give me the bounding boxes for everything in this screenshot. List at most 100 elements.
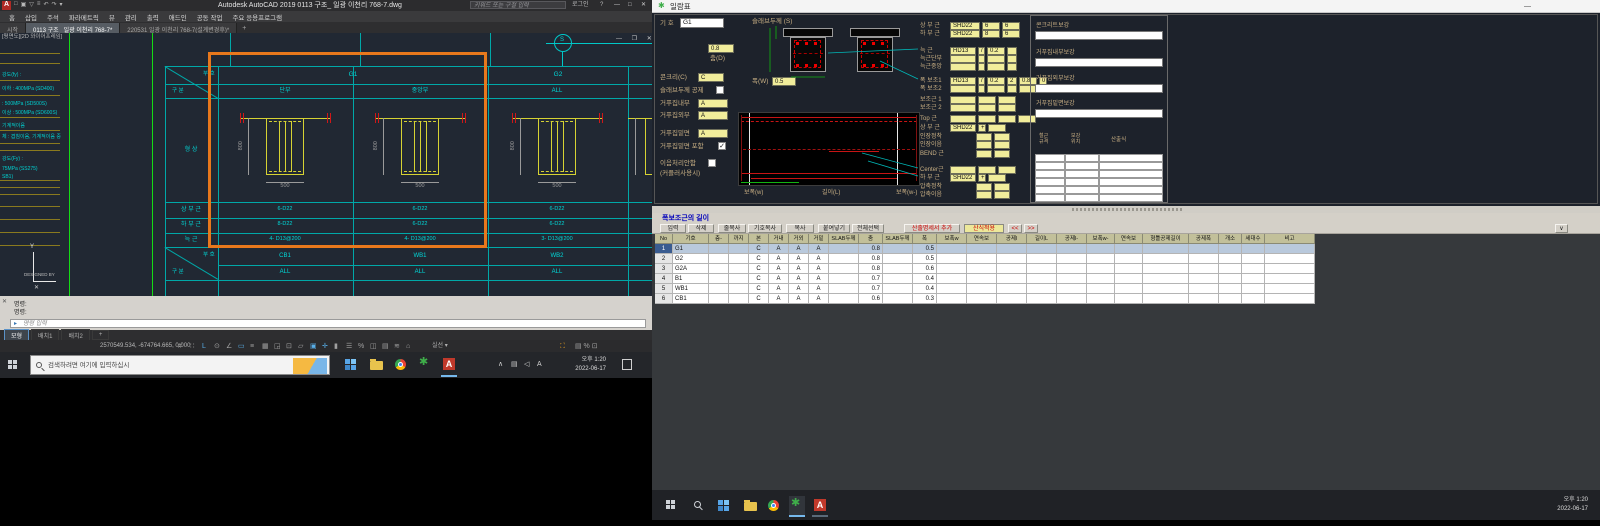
task-view-icon[interactable] [345,359,356,370]
rebar-field[interactable] [1007,47,1017,55]
status-toggle-icon[interactable]: ∠ [226,343,232,350]
status-toggle-icon[interactable]: ∷ [190,343,194,350]
rebar-field[interactable] [1007,55,1017,63]
mini-table-cell[interactable] [1035,162,1065,170]
rebar-field[interactable] [987,63,1005,71]
rebar-field[interactable]: SHD22 [950,22,980,30]
toolbar-button-3[interactable]: 기호복사 [748,224,782,233]
mini-table-cell[interactable] [1065,154,1099,162]
clock-time[interactable]: 오후 1:20 [556,357,606,363]
status-toggle-icon[interactable]: ▣ [310,343,317,350]
rebar-field[interactable] [950,85,976,93]
mini-table-cell[interactable] [1099,170,1163,178]
rebar-field[interactable]: SHD22 [950,124,976,132]
reinforcement-input[interactable] [1035,84,1163,93]
ilram-app-icon[interactable]: ✱ [419,357,428,368]
file-explorer-icon[interactable] [744,502,757,511]
ilram-app-icon[interactable]: ✱ [791,498,800,509]
grid-header-15[interactable]: 길이L [1027,234,1057,244]
mini-table-cell[interactable] [1065,178,1099,186]
help-search-input[interactable]: 키워드 또는 구절 입력 [470,1,566,9]
search-icon[interactable] [694,501,701,508]
maximize-button[interactable]: □ [628,2,632,8]
file-tab-2[interactable]: 220531 일광 이천리 768-7(설계변경후)* [120,23,237,33]
toolbar-button-4[interactable]: 복사 [786,224,814,233]
nav-button[interactable]: << [1008,224,1022,233]
rebar-field[interactable] [978,85,985,93]
rebar-field[interactable] [994,183,1010,191]
command-close-icon[interactable]: ✕ [2,299,7,305]
width-input[interactable]: 0.5 [772,77,796,86]
grid-row-2[interactable]: 2G2CAAA0.80.5 [655,254,1315,264]
grid-header-2[interactable]: 층- [709,234,729,244]
rebar-field[interactable] [950,104,976,112]
grid-header-22[interactable]: 세대수 [1242,234,1265,244]
rebar-field[interactable]: HD13 [950,77,976,85]
grid-header-12[interactable]: 보폭w [937,234,967,244]
toolbar-button-6[interactable]: 전체선택 [852,224,884,233]
mark-input[interactable]: G1 [680,18,724,28]
rebar-field[interactable]: 6 [1002,30,1020,38]
rebar-field[interactable] [978,166,996,174]
rebar-field[interactable]: 0.2 [987,47,1005,55]
grid-row-1[interactable]: 1G1CAAA0.80.5 [655,244,1315,254]
reinforcement-input[interactable] [1035,31,1163,40]
rebar-field[interactable] [987,55,1005,63]
start-button-icon[interactable] [666,500,676,510]
depth-input[interactable]: 0.8 [708,44,734,53]
grid-header-19[interactable]: 형틀공제길이 [1143,234,1189,244]
grid-header-6[interactable]: 거외 [789,234,809,244]
mini-table-cell[interactable] [1099,186,1163,194]
start-button-icon[interactable] [8,360,18,370]
mini-table-cell[interactable] [1065,162,1099,170]
status-toggle-icon[interactable]: ▤ [382,343,389,350]
add-statement-button[interactable]: 산출명세서 추가 [904,224,960,233]
rebar-field[interactable] [978,63,985,71]
file-tab-0[interactable]: 시작 [0,23,26,33]
drawing-canvas[interactable]: [평면도][2D 와이어프레임] — ❐ ✕ 강도(fy) :이하 : 400M… [0,33,652,296]
status-toggle-icon[interactable]: ▦ [262,343,269,350]
autocad-taskbar-icon[interactable]: A [814,499,826,511]
rebar-field[interactable]: 6 [982,22,1000,30]
status-toggle-icon[interactable]: ◲ [274,343,281,350]
toolbar-button-1[interactable]: 삭제 [688,224,714,233]
rebar-field[interactable] [978,96,996,104]
viewport-window-controls[interactable]: — ❐ ✕ [616,36,652,42]
linetype-dropdown[interactable]: 실선 ▾ [432,343,448,349]
status-toggle-icon[interactable]: ☰ [346,343,352,350]
grid-row-5[interactable]: 5WB1CAAA0.70.4 [655,284,1315,294]
rebar-field[interactable]: 0.2 [987,77,1005,85]
status-toggle-icon[interactable]: ≋ [394,343,400,350]
file-explorer-icon[interactable] [370,361,383,370]
new-tab-button[interactable]: + [237,24,251,33]
rebar-field[interactable]: SHD22 [950,174,976,182]
grid-header-16[interactable]: 공제l- [1057,234,1087,244]
autocad-taskbar-icon[interactable]: A [443,358,455,370]
rebar-field[interactable]: + [978,124,986,132]
mini-table-cell[interactable] [1035,194,1065,202]
rebar-field[interactable]: HD13 [950,47,976,55]
status-toggle-icon[interactable]: ⊙ [214,343,220,350]
grid-header-4[interactable]: 본 [749,234,769,244]
status-toggle-icon[interactable]: ✛ [322,343,328,350]
rebar-field[interactable] [950,166,976,174]
rebar-field[interactable] [978,104,996,112]
grid-header-9[interactable]: 춤 [859,234,883,244]
rebar-field[interactable] [978,55,985,63]
weather-widget-thumbnail[interactable] [293,358,327,374]
rebar-field[interactable] [994,133,1010,141]
chrome-icon[interactable] [768,500,779,511]
rebar-field[interactable] [998,104,1016,112]
reinforcement-input[interactable] [1035,109,1163,118]
status-toggle-icon[interactable]: % [358,343,364,350]
grid-header-10[interactable]: SLAB두께 [883,234,913,244]
status-toggle-icon[interactable]: ⌂ [406,343,410,350]
form-inner-input[interactable]: A [698,99,728,108]
status-toggle-icon[interactable]: L [202,343,206,350]
rebar-field[interactable] [998,96,1016,104]
slab-deduct-checkbox[interactable] [716,86,724,94]
form-bottom-include-checkbox[interactable]: ✓ [718,142,726,150]
mini-table-cell[interactable] [1065,186,1099,194]
rebar-field[interactable] [994,191,1010,199]
task-view-icon[interactable] [718,500,729,511]
